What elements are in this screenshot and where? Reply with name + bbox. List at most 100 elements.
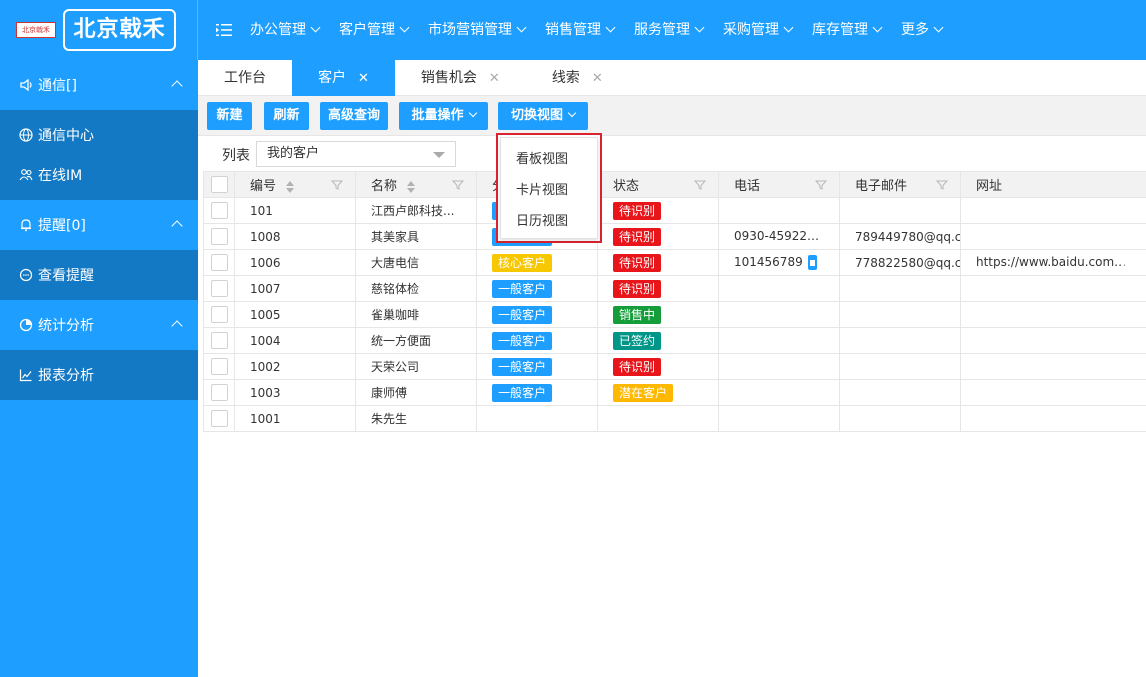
cell-phone — [718, 275, 840, 302]
row-checkbox[interactable] — [210, 254, 228, 271]
status-badge: 待识别 — [613, 253, 662, 272]
tab-customer[interactable]: 客户 ✕ — [292, 60, 395, 96]
nav-item-inventory[interactable]: 库存管理 — [812, 0, 901, 60]
row-checkbox[interactable] — [210, 228, 228, 245]
menu-toggle-icon[interactable] — [198, 0, 250, 60]
phone-icon[interactable] — [807, 255, 817, 270]
nav-item-customer[interactable]: 客户管理 — [339, 0, 428, 60]
row-checkbox[interactable] — [210, 358, 228, 375]
type-badge: 一般客户 — [492, 279, 553, 298]
nav-item-purchase[interactable]: 采购管理 — [723, 0, 812, 60]
row-checkbox[interactable] — [210, 410, 228, 427]
cell-name[interactable]: 康师傅 — [355, 379, 477, 406]
list-label: 列表 — [222, 148, 250, 164]
close-icon[interactable]: ✕ — [592, 71, 603, 86]
table-row[interactable]: 1008其美家具一般客户待识别0930-4592231789449780@qq.… — [203, 223, 1146, 250]
status-badge: 潜在客户 — [613, 383, 674, 402]
table-row[interactable]: 101江西卢郎科技...一般客户待识别 — [203, 197, 1146, 224]
row-checkbox[interactable] — [210, 202, 228, 219]
status-badge: 待识别 — [613, 357, 662, 376]
cell-url — [960, 223, 1146, 250]
chevron-down-icon — [567, 108, 577, 118]
filter-icon[interactable] — [331, 179, 343, 191]
column-header-phone[interactable]: 电话 — [718, 171, 840, 198]
column-header-email[interactable]: 电子邮件 — [839, 171, 961, 198]
sort-icon[interactable] — [286, 180, 295, 193]
new-button[interactable]: 新建 — [207, 102, 252, 130]
cell-name[interactable]: 慈铭体检 — [355, 275, 477, 302]
column-header-url[interactable]: 网址 — [960, 171, 1146, 198]
cell-name[interactable]: 大唐电信 — [355, 249, 477, 276]
advanced-search-button[interactable]: 高级查询 — [320, 102, 388, 130]
batch-operation-button[interactable]: 批量操作 — [399, 102, 488, 130]
sidebar-group-label: 统计分析 — [38, 318, 94, 334]
top-header: 北京戟禾 北京戟禾 办公管理 客户管理 市场营销管理 销售管理 服务管理 采购管… — [0, 0, 1146, 60]
sort-icon[interactable] — [407, 180, 416, 193]
table-row[interactable]: 1002 天荣公司 一般客户 待识别 — [203, 353, 1146, 380]
table-row[interactable]: 1005 雀巢咖啡 一般客户 销售中 — [203, 301, 1146, 328]
cell-id: 1002 — [234, 353, 356, 380]
cell-name[interactable]: 江西卢郎科技... — [355, 197, 477, 224]
sidebar-item-online-im[interactable]: 在线IM — [0, 155, 198, 195]
list-view-select[interactable]: 我的客户 — [256, 141, 456, 167]
filter-icon[interactable] — [815, 179, 827, 191]
cell-type: 一般客户 — [476, 379, 598, 406]
sidebar-item-view-reminder[interactable]: 查看提醒 — [0, 255, 198, 295]
filter-icon[interactable] — [936, 179, 948, 191]
cell-name[interactable]: 朱先生 — [355, 405, 477, 432]
row-checkbox[interactable] — [210, 332, 228, 349]
menu-item-calendar-view[interactable]: 日历视图 — [501, 206, 597, 237]
row-checkbox[interactable] — [210, 280, 228, 297]
cell-phone — [718, 197, 840, 224]
cell-name[interactable]: 其美家具 — [355, 223, 477, 250]
column-header-name[interactable]: 名称 — [355, 171, 477, 198]
cell-name[interactable]: 雀巢咖啡 — [355, 301, 477, 328]
tab-sales-opportunity[interactable]: 销售机会 ✕ — [395, 60, 526, 96]
status-badge: 待识别 — [613, 201, 662, 220]
menu-item-card-view[interactable]: 卡片视图 — [501, 175, 597, 206]
tab-workbench[interactable]: 工作台 — [198, 60, 292, 96]
chevron-down-icon — [516, 22, 527, 33]
sidebar-group-communication[interactable]: 通信[] — [0, 60, 198, 110]
sidebar-group-reminder[interactable]: 提醒[0] — [0, 200, 198, 250]
url-text[interactable]: https://www.baidu.com — [976, 255, 1126, 269]
row-checkbox[interactable] — [210, 384, 228, 401]
nav-item-service[interactable]: 服务管理 — [634, 0, 723, 60]
nav-item-marketing[interactable]: 市场营销管理 — [428, 0, 545, 60]
cell-url — [960, 405, 1146, 432]
speaker-icon — [18, 77, 34, 93]
select-all-checkbox[interactable] — [210, 176, 228, 193]
nav-item-sales[interactable]: 销售管理 — [545, 0, 634, 60]
cell-email: 778822580@qq.com — [839, 249, 961, 276]
cell-name[interactable]: 天荣公司 — [355, 353, 477, 380]
column-header-id[interactable]: 编号 — [234, 171, 356, 198]
sidebar-item-report[interactable]: 报表分析 — [0, 355, 198, 395]
menu-item-kanban-view[interactable]: 看板视图 — [501, 144, 597, 175]
sidebar-group-statistics[interactable]: 统计分析 — [0, 300, 198, 350]
filter-icon[interactable] — [452, 179, 464, 191]
cell-id: 1001 — [234, 405, 356, 432]
cell-status: 待识别 — [597, 249, 719, 276]
nav-item-office[interactable]: 办公管理 — [250, 0, 339, 60]
close-icon[interactable]: ✕ — [489, 71, 500, 86]
globe-icon — [18, 127, 34, 143]
cell-phone: 0930-4592231 — [718, 223, 840, 250]
tab-leads[interactable]: 线索 ✕ — [526, 60, 629, 96]
sidebar-item-comm-center[interactable]: 通信中心 — [0, 115, 198, 155]
switch-view-button[interactable]: 切换视图 — [498, 102, 588, 130]
row-select-cell — [203, 301, 235, 328]
phone-icon[interactable] — [827, 229, 837, 244]
table-row[interactable]: 1006大唐电信核心客户 待识别 101456789 778822580@qq.com… — [203, 249, 1146, 276]
refresh-button[interactable]: 刷新 — [264, 102, 309, 130]
table-row[interactable]: 1007 慈铭体检 一般客户 待识别 — [203, 275, 1146, 302]
column-header-status[interactable]: 状态 — [597, 171, 719, 198]
table-row[interactable]: 1004 统一方便面 一般客户 已签约 — [203, 327, 1146, 354]
filter-icon[interactable] — [694, 179, 706, 191]
row-checkbox[interactable] — [210, 306, 228, 323]
cell-id: 1003 — [234, 379, 356, 406]
cell-name[interactable]: 统一方便面 — [355, 327, 477, 354]
table-row[interactable]: 1003 康师傅 一般客户 潜在客户 — [203, 379, 1146, 406]
nav-item-more[interactable]: 更多 — [901, 0, 962, 60]
table-row[interactable]: 1001 朱先生 — [203, 405, 1146, 432]
close-icon[interactable]: ✕ — [358, 71, 369, 86]
